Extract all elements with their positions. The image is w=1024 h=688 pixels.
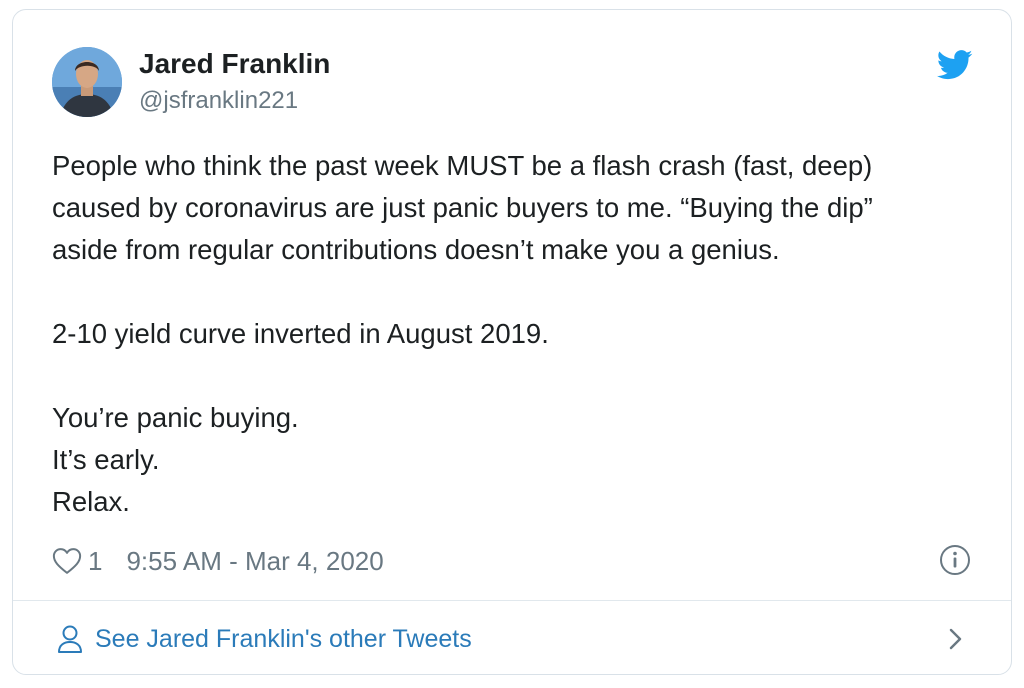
tweet-line: Relax. — [52, 486, 130, 517]
avatar-photo — [52, 47, 122, 117]
tweet-timestamp[interactable]: 9:55 AM - Mar 4, 2020 — [126, 546, 383, 577]
twitter-bird-icon[interactable] — [937, 50, 973, 80]
person-icon — [58, 625, 82, 653]
tweet-line: 2-10 yield curve inverted in August 2019… — [52, 318, 549, 349]
tweet-line: People who think the past week MUST be a… — [52, 150, 873, 181]
heart-icon[interactable] — [52, 547, 82, 575]
tweet-meta: 1 9:55 AM - Mar 4, 2020 — [52, 543, 384, 579]
chevron-right-icon[interactable] — [947, 626, 965, 652]
tweet-line: aside from regular contributions doesn’t… — [52, 234, 780, 265]
tweet-line: You’re panic buying. — [52, 402, 299, 433]
author-handle[interactable]: @jsfranklin221 — [139, 87, 298, 115]
tweet-line: caused by coronavirus are just panic buy… — [52, 192, 873, 223]
info-icon[interactable] — [939, 544, 971, 576]
footer-divider — [13, 600, 1011, 601]
other-tweets-link[interactable]: See Jared Franklin's other Tweets — [57, 619, 472, 659]
embedded-tweet-card: Jared Franklin @jsfranklin221 People who… — [12, 9, 1012, 675]
avatar[interactable] — [52, 47, 122, 117]
tweet-text: People who think the past week MUST be a… — [52, 145, 992, 523]
author-name[interactable]: Jared Franklin — [139, 48, 330, 80]
other-tweets-link-label[interactable]: See Jared Franklin's other Tweets — [95, 625, 472, 654]
like-count[interactable]: 1 — [88, 546, 102, 577]
tweet-line: It’s early. — [52, 444, 160, 475]
